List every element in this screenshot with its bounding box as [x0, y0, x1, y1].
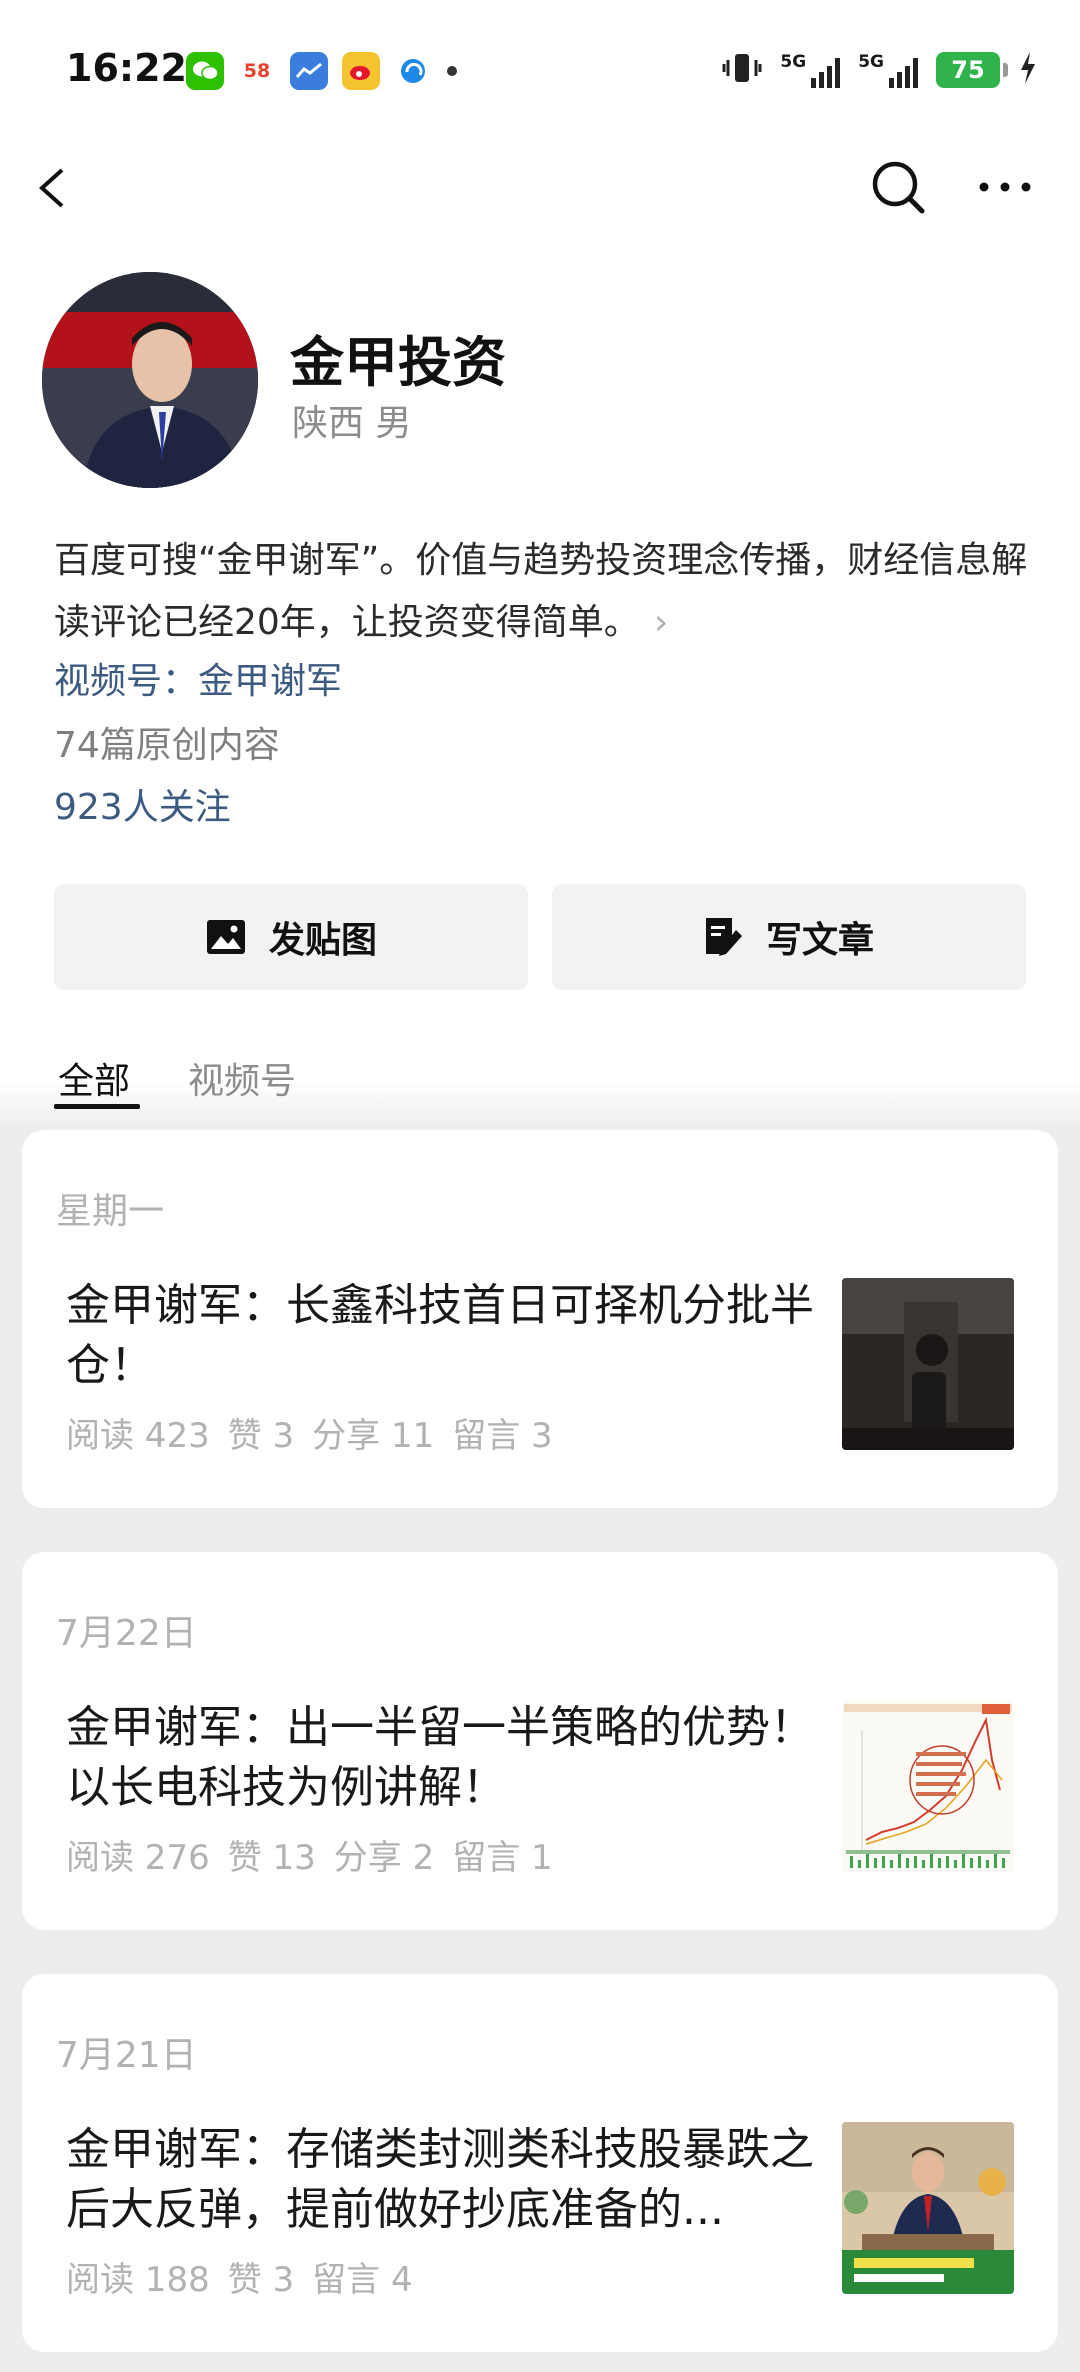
chevron-left-icon [39, 168, 64, 208]
article-date: 7月21日 [56, 2035, 197, 2076]
article-reads: 阅读 188 [66, 2260, 210, 2300]
browser-icon [394, 52, 432, 90]
article-likes: 赞 13 [227, 1838, 316, 1878]
tab-all[interactable]: 全部 [58, 1052, 130, 1104]
article-date: 星期一 [56, 1191, 165, 1232]
post-image-button[interactable]: 发贴图 [54, 884, 528, 990]
video-channel-link[interactable]: 视频号：金甲谢军 [54, 652, 342, 704]
article-likes: 赞 3 [227, 2260, 295, 2300]
video-channel-name: 金甲谢军 [198, 661, 343, 702]
weibo-icon [342, 52, 380, 90]
thumbnail-stock-chart-image [842, 1700, 1014, 1872]
notification-icons: 58 [186, 52, 458, 90]
stock-chart-app-icon [290, 52, 328, 90]
avatar[interactable] [42, 272, 258, 488]
more-dots-icon [979, 182, 1031, 192]
system-icons: 5G 5G 75 [722, 50, 1038, 90]
bio-text: 百度可搜“金甲谢军”。价值与趋势投资理念传播，财经信息解读评论已经20年，让投资… [54, 540, 1028, 643]
wechat-icon [186, 52, 224, 90]
avatar-portrait-image [42, 272, 258, 488]
charging-icon [1018, 50, 1038, 90]
more-dot-icon [446, 52, 458, 90]
article-stats: 阅读 276 赞 13 分享 2 留言 1 [66, 1830, 571, 1879]
video-channel-label: 视频号： [54, 661, 199, 702]
article-shares: 分享 2 [333, 1838, 435, 1878]
article-stats: 阅读 188 赞 3 留言 4 [66, 2252, 431, 2301]
write-article-button[interactable]: 写文章 [552, 884, 1026, 990]
status-bar: 16:22 58 5G 5G 75 [0, 0, 1080, 140]
article-reads: 阅读 423 [66, 1416, 210, 1456]
original-content-count: 74篇原创内容 [54, 725, 280, 766]
article-thumbnail[interactable] [842, 1700, 1014, 1872]
article-comments: 留言 3 [452, 1416, 553, 1456]
article-likes: 赞 3 [227, 1416, 295, 1456]
article-title[interactable]: 金甲谢军：出一半留一半策略的优势！以长电科技为例讲解！ [66, 1698, 836, 1818]
image-icon [206, 920, 245, 954]
write-article-label: 写文章 [765, 920, 874, 961]
write-icon [705, 918, 742, 956]
active-tab-indicator [54, 1104, 140, 1109]
article-card[interactable]: 星期一 金甲谢军：长鑫科技首日可择机分批半仓！ 阅读 423 赞 3 分享 11 留言… [22, 1130, 1058, 1508]
article-card[interactable]: 7月22日 金甲谢军：出一半留一半策略的优势！以长电科技为例讲解！ 阅读 276… [22, 1552, 1058, 1930]
signal-5g-1-icon: 5G [780, 52, 841, 88]
chevron-right-icon: › [653, 602, 669, 643]
article-thumbnail[interactable] [842, 2122, 1014, 2294]
account-bio[interactable]: 百度可搜“金甲谢军”。价值与趋势投资理念传播，财经信息解读评论已经20年，让投资… [54, 530, 1034, 654]
post-image-label: 发贴图 [268, 920, 377, 961]
search-button[interactable] [864, 152, 934, 222]
article-comments: 留言 4 [312, 2260, 413, 2300]
article-title[interactable]: 金甲谢军：长鑫科技首日可择机分批半仓！ [66, 1276, 836, 1396]
search-icon [872, 161, 925, 214]
article-comments: 留言 1 [452, 1838, 553, 1878]
tab-video-channel[interactable]: 视频号 [188, 1052, 296, 1104]
article-stats: 阅读 423 赞 3 分享 11 留言 3 [66, 1408, 571, 1457]
signal-5g-2-icon: 5G [858, 52, 918, 88]
thumbnail-dark-photo-image [842, 1278, 1014, 1450]
account-location-gender: 陕西 男 [292, 403, 412, 444]
article-card[interactable]: 7月21日 金甲谢军：存储类封测类科技股暴跌之后大反弹，提前做好抄底准备的...… [22, 1974, 1058, 2352]
thumbnail-speaker-photo-image [842, 2122, 1014, 2294]
article-thumbnail[interactable] [842, 1278, 1014, 1450]
58-app-icon: 58 [238, 52, 276, 90]
article-date: 7月22日 [56, 1613, 197, 1654]
more-button[interactable] [970, 152, 1040, 222]
battery-indicator: 75 [936, 52, 1008, 88]
followers-count-link[interactable]: 923人关注 [54, 778, 231, 830]
status-time: 16:22 [66, 46, 187, 90]
vibrate-icon [722, 50, 762, 90]
article-shares: 分享 11 [312, 1416, 435, 1456]
article-reads: 阅读 276 [66, 1838, 210, 1878]
back-button[interactable] [30, 152, 80, 222]
article-title[interactable]: 金甲谢军：存储类封测类科技股暴跌之后大反弹，提前做好抄底准备的... [66, 2120, 836, 2240]
account-name: 金甲投资 [290, 331, 506, 394]
